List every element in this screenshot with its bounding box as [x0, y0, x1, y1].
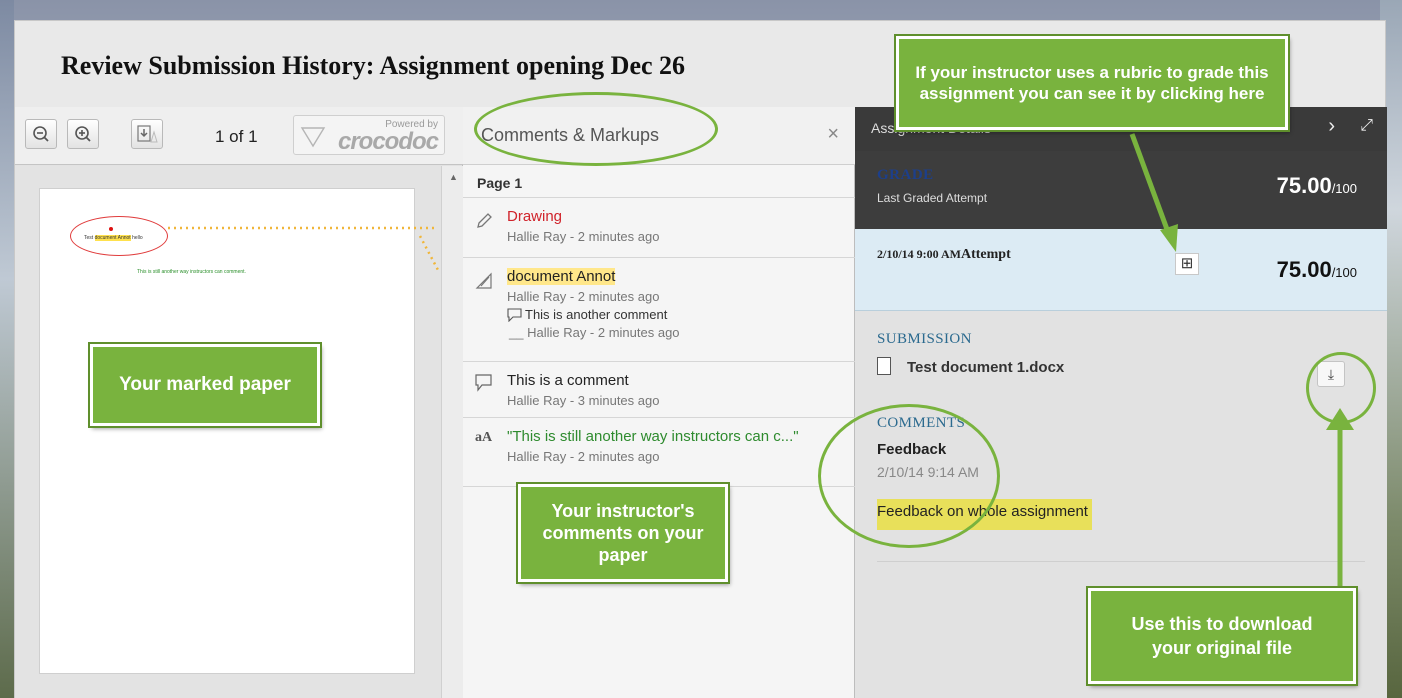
- connector-dotted-line: [418, 235, 440, 271]
- instructor-comments-callout: Your instructor's comments on your paper: [516, 482, 730, 584]
- rubric-arrow-head: [1160, 224, 1178, 252]
- download-ring: [1306, 352, 1376, 424]
- rubric-arrow: [1129, 133, 1171, 233]
- download-callout: Use this to download your original file: [1086, 586, 1358, 686]
- marked-paper-callout: Your marked paper: [88, 342, 322, 428]
- feedback-ring: [818, 404, 1000, 548]
- rubric-callout: If your instructor uses a rubric to grad…: [894, 34, 1290, 132]
- comments-title-ring: [474, 92, 718, 166]
